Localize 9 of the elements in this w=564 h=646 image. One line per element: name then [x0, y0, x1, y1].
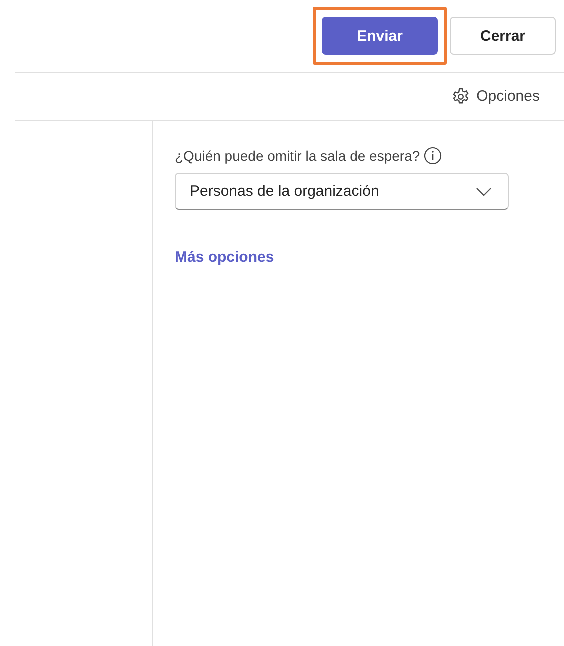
send-button[interactable]: Enviar: [322, 17, 438, 55]
options-button[interactable]: Opciones: [450, 86, 540, 106]
chevron-down-icon: [476, 186, 492, 196]
close-button[interactable]: Cerrar: [450, 17, 556, 55]
more-options-link[interactable]: Más opciones: [175, 249, 274, 266]
field-label: ¿Quién puede omitir la sala de espera?: [175, 148, 420, 164]
settings-icon: [450, 86, 471, 106]
info-icon[interactable]: [424, 147, 442, 165]
lobby-dropdown[interactable]: Personas de la organización: [175, 173, 509, 210]
